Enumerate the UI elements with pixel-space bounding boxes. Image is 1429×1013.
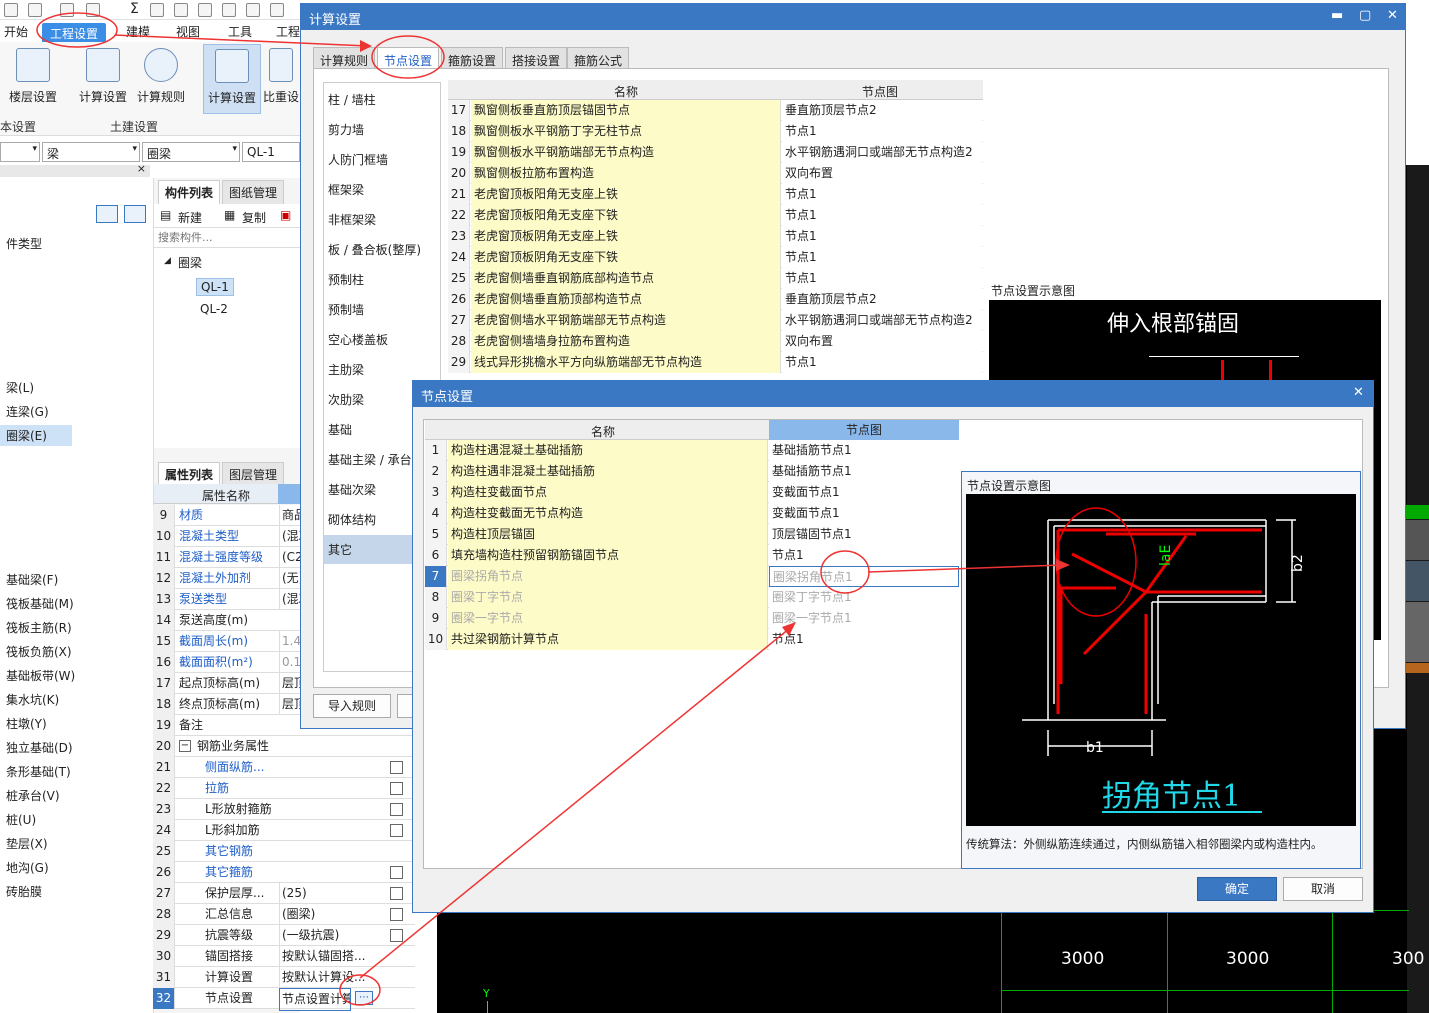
annotation-circle (339, 974, 381, 1006)
annotation-circle (371, 35, 445, 79)
annotation-circle (820, 550, 870, 594)
annotation-circle (36, 12, 118, 48)
annotation-overlay (36, 12, 1070, 1006)
